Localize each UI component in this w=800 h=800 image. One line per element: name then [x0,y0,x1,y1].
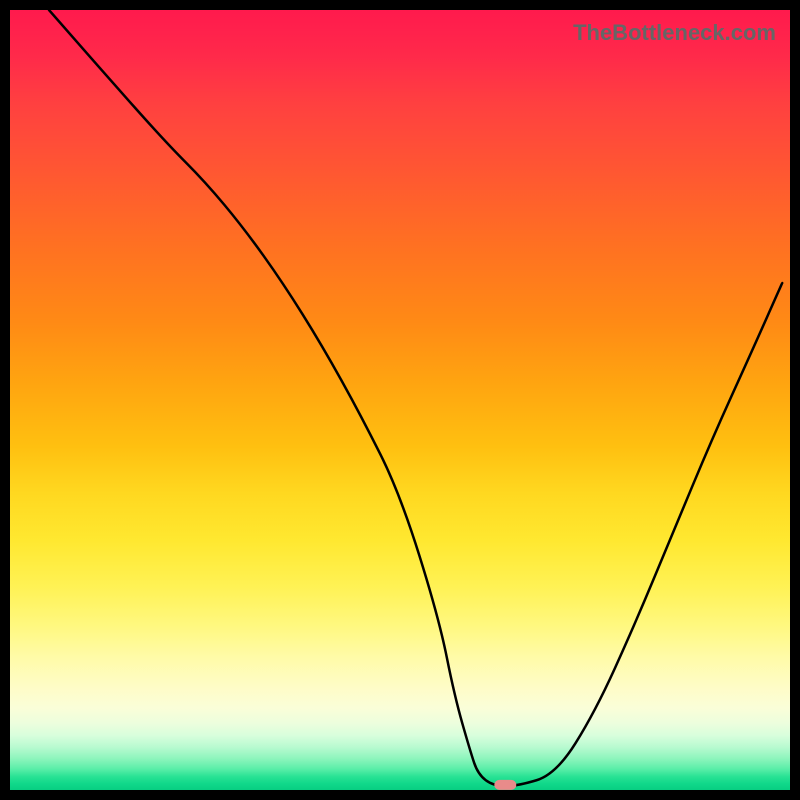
chart-container: TheBottleneck.com [0,0,800,800]
bottleneck-curve [49,10,782,786]
plot-area: TheBottleneck.com [10,10,790,790]
curve-svg [10,10,790,790]
optimal-point-marker [494,780,516,790]
